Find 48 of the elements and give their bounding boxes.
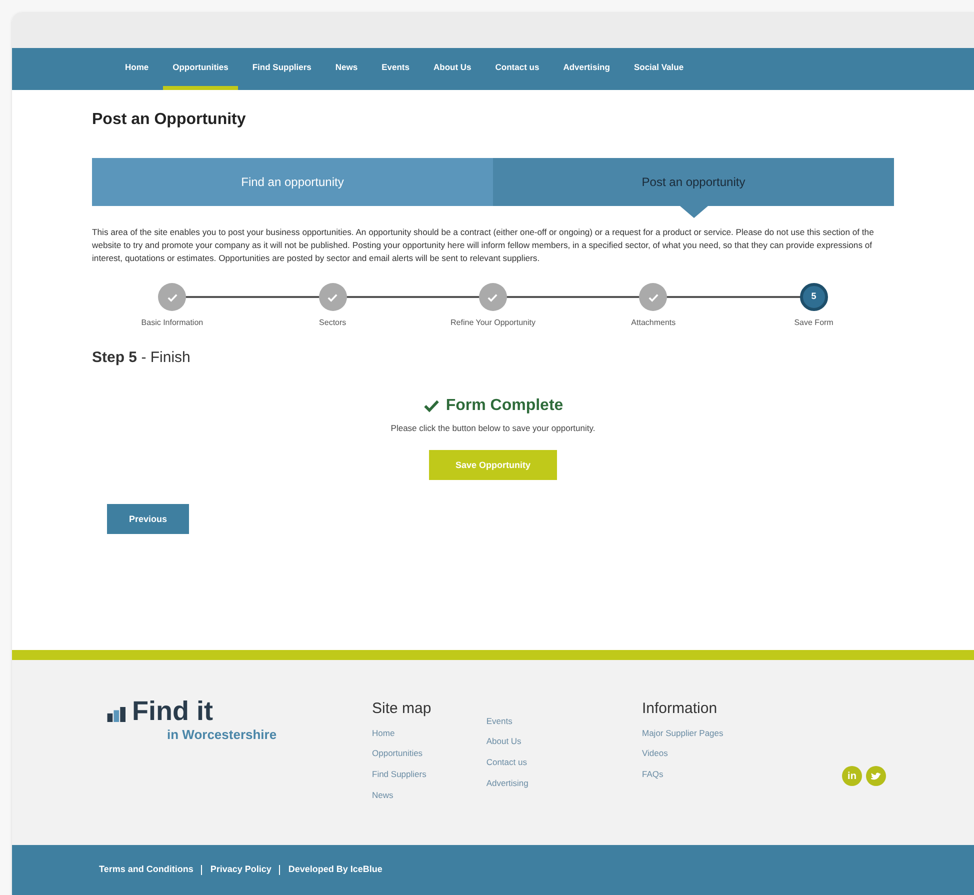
step-label: Refine Your Opportunity <box>450 317 536 329</box>
footer-link[interactable]: Contact us <box>486 756 528 769</box>
nav-link[interactable]: Home <box>115 48 159 90</box>
footer-link[interactable]: Major Supplier Pages <box>642 726 842 740</box>
footer-link[interactable]: Events <box>486 714 528 728</box>
nav-link[interactable]: Advertising <box>553 48 620 90</box>
check-icon <box>487 292 498 302</box>
nav-link[interactable]: Find Suppliers <box>242 48 322 90</box>
check-icon <box>327 292 338 302</box>
footer-link[interactable]: Opportunities <box>372 747 426 760</box>
nav-link[interactable]: Social Value <box>624 48 694 90</box>
footer-link[interactable]: About Us <box>486 735 528 748</box>
save-instruction: Please click the button below to save your opportunity. <box>390 422 596 434</box>
linkedin-link[interactable]: in <box>842 766 862 786</box>
bird-icon[interactable] <box>866 766 886 786</box>
check-icon <box>648 292 659 302</box>
nav-link[interactable]: Opportunities <box>162 48 238 90</box>
tab[interactable]: Post an opportunity <box>493 158 894 206</box>
step-number: 5 <box>800 283 828 311</box>
logo-tagline: in Worcestershire <box>167 726 278 744</box>
form-complete-title: Form Complete <box>446 396 564 416</box>
nav-link[interactable]: About Us <box>423 48 482 90</box>
nav-link[interactable]: Events <box>372 48 420 90</box>
bottom-link[interactable]: Terms and Conditions <box>99 863 194 877</box>
footer-link[interactable]: FAQs <box>642 768 842 781</box>
bottom-link[interactable]: Privacy Policy <box>210 863 272 877</box>
information-heading: Information <box>642 699 718 719</box>
site-map-heading: Site map <box>372 699 432 719</box>
bottom-link[interactable]: Developed By IceBlue <box>288 863 382 877</box>
check-icon <box>166 292 178 302</box>
footer-link[interactable]: Home <box>372 726 426 740</box>
footer-link[interactable]: Find Suppliers <box>372 768 426 781</box>
intro-text: This area of the site enables you to post your business opportunities. An opportunity should be a contract (either one-off or ongoing) or a request for a product or service. Please do not use this section of the website to try and promote your company as it will not be published. Posting your opportunity here will inform fellow members, in a specified sector, of what you need, so that they can provide expressions of interest, quotations or estimates. Opportunities are posted by sector and email alerts will be sent to relevant suppliers. <box>92 226 875 265</box>
nav-link[interactable]: News <box>325 48 368 90</box>
page-title: Post an Opportunity <box>92 110 247 130</box>
footer-link[interactable]: Advertising <box>486 776 528 790</box>
step-label: Basic Information <box>141 317 204 329</box>
logo-name: Find it <box>132 698 213 725</box>
step-heading: Step 5 - Finish <box>92 349 190 366</box>
step-label: Attachments <box>631 317 676 329</box>
previous-button[interactable]: Previous <box>107 504 189 534</box>
tab[interactable]: Find an opportunity <box>92 158 493 206</box>
step-label: Save Form <box>794 317 834 329</box>
footer-link[interactable]: News <box>372 788 426 802</box>
tab-pointer <box>680 206 708 218</box>
footer-link[interactable]: Videos <box>642 747 842 760</box>
step-label: Sectors <box>319 317 346 329</box>
nav-link[interactable]: Contact us <box>485 48 550 90</box>
